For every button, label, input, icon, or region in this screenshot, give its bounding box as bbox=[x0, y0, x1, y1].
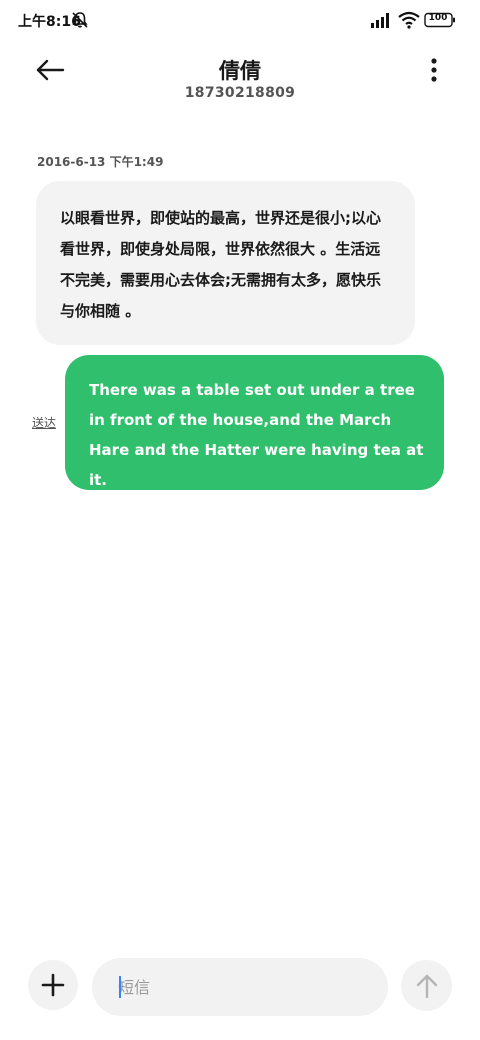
messaging-screen: 上午8:16 100 倩倩 18730218809 2016-6-13 下午1:… bbox=[0, 0, 480, 1040]
contact-name: 倩倩 bbox=[219, 59, 261, 83]
mute-icon bbox=[72, 12, 88, 28]
message-input[interactable] bbox=[92, 958, 388, 1016]
attach-button[interactable] bbox=[28, 960, 78, 1010]
send-arrow-icon bbox=[416, 974, 437, 998]
message-timestamp: 2016-6-13 下午1:49 bbox=[37, 155, 164, 169]
status-bar: 上午8:16 100 bbox=[0, 0, 480, 44]
send-button[interactable] bbox=[401, 960, 452, 1011]
plus-icon bbox=[41, 973, 65, 997]
battery-level: 100 bbox=[428, 13, 448, 23]
received-message-bubble[interactable]: 以眼看世界，即使站的最高，世界还是很小;以心看世界，即使身处局限，世界依然很大 … bbox=[36, 181, 415, 345]
wifi-icon bbox=[398, 11, 420, 29]
more-vert-icon bbox=[431, 58, 437, 82]
signal-icon bbox=[371, 13, 389, 28]
sent-message-bubble[interactable]: There was a table set out under a tree i… bbox=[65, 355, 444, 490]
sent-status: 送达 bbox=[32, 416, 57, 430]
text-cursor bbox=[119, 976, 121, 998]
more-options-button[interactable] bbox=[414, 52, 454, 88]
contact-number: 18730218809 bbox=[184, 85, 296, 101]
